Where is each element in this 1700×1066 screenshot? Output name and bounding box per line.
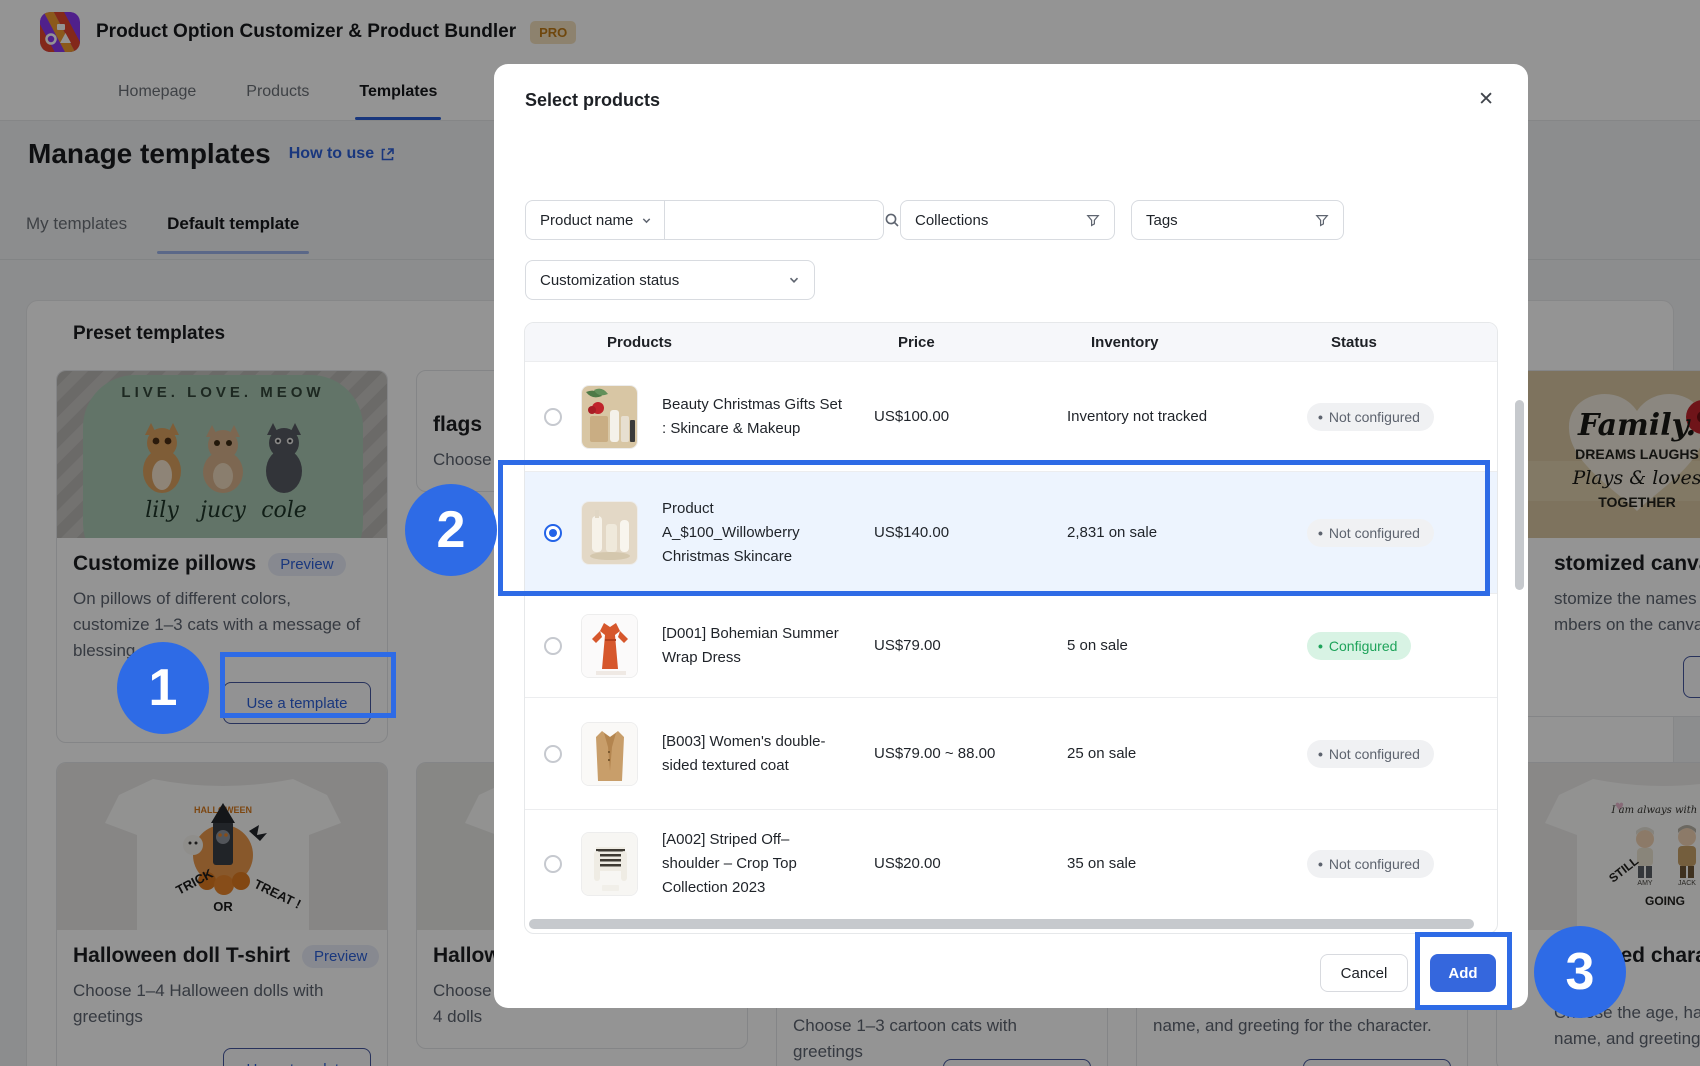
column-header-price: Price: [898, 334, 1091, 351]
close-icon[interactable]: ✕: [1478, 88, 1494, 111]
horizontal-scrollbar[interactable]: [529, 919, 1474, 929]
row-radio[interactable]: [544, 408, 562, 426]
step-2-badge: 2: [405, 484, 497, 576]
chevron-down-icon: [641, 215, 652, 226]
row-radio[interactable]: [544, 745, 562, 763]
screen: Product Option Customizer & Product Bund…: [0, 0, 1700, 1066]
products-table: Products Price Inventory Status Beauty C…: [524, 322, 1498, 934]
modal-title: Select products: [525, 90, 660, 111]
chevron-down-icon: [788, 274, 800, 286]
column-header-products: Products: [607, 334, 898, 351]
status-badge: •Not configured: [1307, 740, 1434, 768]
step2-highlight-box: [498, 460, 1490, 596]
product-thumbnail: [581, 722, 638, 786]
search-icon[interactable]: [884, 212, 900, 228]
product-thumbnail: [581, 614, 638, 678]
collections-filter[interactable]: Collections: [900, 200, 1115, 240]
search-combo: Product name: [525, 200, 884, 240]
table-body: Beauty Christmas Gifts Set : Skincare & …: [525, 361, 1497, 917]
product-inventory: 35 on sale: [1067, 855, 1307, 872]
product-name: [B003] Women's double-sided textured coa…: [662, 730, 874, 778]
search-input[interactable]: [665, 201, 884, 239]
customization-status-select[interactable]: Customization status: [525, 260, 815, 300]
table-row[interactable]: [B003] Women's double-sided textured coa…: [525, 697, 1497, 809]
status-dot-icon: •: [1318, 856, 1323, 872]
product-inventory: 5 on sale: [1067, 637, 1307, 654]
column-header-status: Status: [1331, 334, 1497, 351]
collections-label: Collections: [915, 212, 988, 229]
search-field-label: Product name: [540, 212, 633, 229]
product-price: US$20.00: [874, 855, 1067, 872]
status-dot-icon: •: [1318, 638, 1323, 654]
product-inventory: Inventory not tracked: [1067, 408, 1307, 425]
status-dot-icon: •: [1318, 746, 1323, 762]
product-price: US$79.00 ~ 88.00: [874, 745, 1067, 762]
status-badge: •Not configured: [1307, 403, 1434, 431]
filter-row: Product name Collections Tags: [525, 200, 1344, 240]
step-1-badge: 1: [117, 642, 209, 734]
product-name: [A002] Striped Off–shoulder – Crop Top C…: [662, 828, 874, 900]
product-thumbnail: [581, 385, 638, 449]
table-row[interactable]: [D001] Bohemian Summer Wrap Dress US$79.…: [525, 593, 1497, 697]
step-3-badge: 3: [1534, 926, 1626, 1018]
row-radio[interactable]: [544, 637, 562, 655]
search-field-selector[interactable]: Product name: [526, 201, 665, 239]
step3-highlight-box: [1415, 932, 1512, 1010]
product-name: [D001] Bohemian Summer Wrap Dress: [662, 622, 874, 670]
status-badge: •Not configured: [1307, 850, 1434, 878]
status-dot-icon: •: [1318, 409, 1323, 425]
table-row[interactable]: Beauty Christmas Gifts Set : Skincare & …: [525, 361, 1497, 471]
step1-highlight-box: [220, 652, 396, 718]
column-header-inventory: Inventory: [1091, 334, 1331, 351]
vertical-scrollbar[interactable]: [1515, 400, 1524, 590]
funnel-icon: [1086, 213, 1100, 227]
product-price: US$100.00: [874, 408, 1067, 425]
status-badge: •Configured: [1307, 632, 1411, 660]
table-row[interactable]: [A002] Striped Off–shoulder – Crop Top C…: [525, 809, 1497, 917]
product-inventory: 25 on sale: [1067, 745, 1307, 762]
product-name: Beauty Christmas Gifts Set : Skincare & …: [662, 393, 874, 441]
tags-filter[interactable]: Tags: [1131, 200, 1344, 240]
cancel-button[interactable]: Cancel: [1320, 954, 1408, 992]
product-thumbnail: [581, 832, 638, 896]
product-price: US$79.00: [874, 637, 1067, 654]
tags-label: Tags: [1146, 212, 1178, 229]
customization-status-label: Customization status: [540, 272, 679, 289]
table-header: Products Price Inventory Status: [525, 323, 1497, 361]
funnel-icon: [1315, 213, 1329, 227]
row-radio[interactable]: [544, 855, 562, 873]
